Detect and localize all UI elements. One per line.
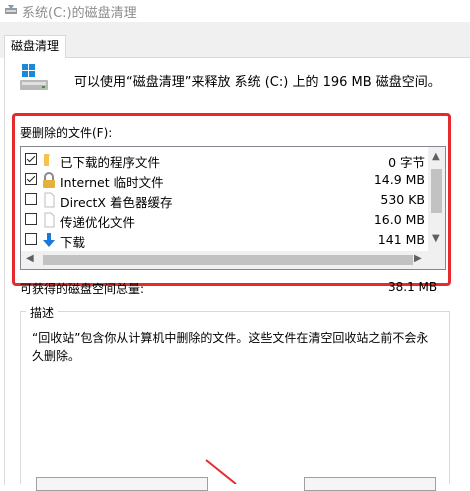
download-arrow-icon [43, 233, 55, 247]
file-name: 传递优化文件 [60, 215, 136, 230]
total-space-label: 可获得的磁盘空间总量: [20, 282, 145, 296]
list-item[interactable]: DirectX 着色器缓存 530 KB [21, 190, 429, 210]
file-icon [44, 192, 55, 208]
file-size: 16.0 MB [373, 212, 425, 227]
view-files-button[interactable] [304, 477, 436, 491]
checkbox[interactable] [25, 173, 37, 185]
file-name: Internet 临时文件 [60, 175, 164, 190]
checkbox[interactable] [25, 233, 37, 245]
file-list[interactable]: 已下载的程序文件 0 字节 Internet 临时文件 14.9 MB Dire… [20, 146, 446, 270]
folder-icon [44, 154, 50, 166]
file-icon [44, 212, 55, 228]
window-title: 系统(C:)的磁盘清理 [22, 6, 137, 21]
clean-system-files-button[interactable] [36, 477, 208, 491]
scroll-left-icon[interactable]: ◀ [26, 253, 34, 264]
vertical-scrollbar[interactable]: ▲ ▼ [428, 147, 445, 251]
file-size: 141 MB [377, 232, 425, 247]
horizontal-scrollbar[interactable]: ◀ ▶ [21, 251, 445, 269]
description-label: 描述 [26, 304, 59, 321]
disk-cleanup-icon [5, 5, 17, 14]
description-text: “回收站”包含你从计算机中删除的文件。这些文件在清空回收站之前不会永久删除。 [32, 331, 429, 363]
tab-strip [0, 22, 470, 58]
scroll-right-icon[interactable]: ▶ [414, 253, 422, 264]
checkbox[interactable] [25, 193, 37, 205]
vertical-scroll-thumb[interactable] [431, 169, 442, 213]
file-size: 0 字节 [388, 155, 425, 170]
header-description: 可以使用“磁盘清理”来释放 系统 (C:) 上的 196 MB 磁盘空间。 [74, 75, 441, 90]
annotation-arrow [205, 459, 237, 484]
file-size: 14.9 MB [373, 172, 425, 187]
horizontal-scroll-thumb[interactable] [43, 255, 413, 265]
lock-icon [43, 172, 55, 188]
list-item[interactable]: Internet 临时文件 14.9 MB [21, 170, 429, 190]
total-space-value: 38.1 MB [388, 280, 438, 294]
file-name: 下载 [60, 235, 86, 250]
checkbox[interactable] [25, 213, 37, 225]
list-item[interactable]: 传递优化文件 16.0 MB [21, 210, 429, 230]
checkbox[interactable] [25, 153, 37, 165]
list-item[interactable]: 下载 141 MB [21, 230, 429, 250]
file-size: 530 KB [380, 192, 425, 207]
scroll-down-icon[interactable]: ▼ [432, 233, 440, 244]
list-item[interactable]: 已下载的程序文件 0 字节 [21, 150, 429, 170]
file-name: DirectX 着色器缓存 [60, 195, 173, 210]
drive-icon [20, 64, 48, 90]
tab-disk-cleanup[interactable]: 磁盘清理 [4, 35, 67, 58]
file-name: 已下载的程序文件 [60, 155, 161, 170]
files-to-delete-label: 要删除的文件(F): [20, 126, 113, 140]
scroll-up-icon[interactable]: ▲ [432, 151, 440, 162]
